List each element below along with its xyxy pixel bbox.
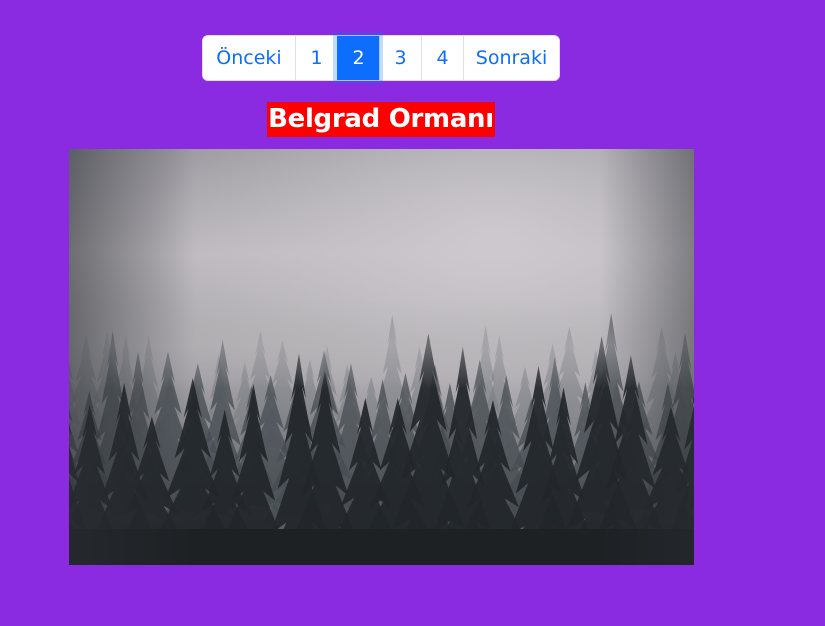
page-link-4[interactable]: 4 <box>421 36 463 80</box>
pagination: Önceki 1 2 3 4 Sonraki <box>202 35 560 81</box>
forest-photo <box>69 149 694 565</box>
previous-page-link[interactable]: Önceki <box>203 36 295 80</box>
page-title: Belgrad Ormanı <box>267 102 495 137</box>
page-link-3[interactable]: 3 <box>379 36 421 80</box>
page-link-1[interactable]: 1 <box>295 36 337 80</box>
page-link-2-active[interactable]: 2 <box>337 36 379 80</box>
next-page-link[interactable]: Sonraki <box>463 36 559 80</box>
title-container: Belgrad Ormanı <box>0 102 762 137</box>
